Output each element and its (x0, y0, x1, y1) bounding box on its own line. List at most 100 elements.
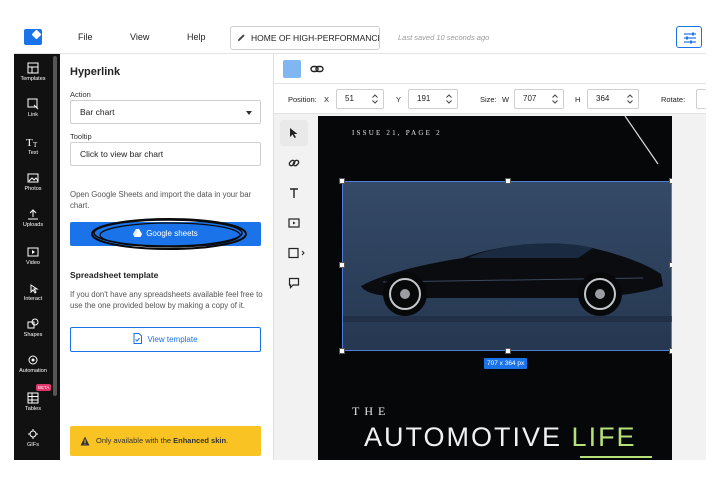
spreadsheet-template-description: If you don't have any spreadsheets avail… (70, 290, 263, 310)
cursor-arrow-icon (290, 128, 298, 138)
google-sheets-button[interactable]: Google sheets (70, 222, 261, 246)
resize-handle-bottom-left[interactable] (339, 348, 345, 354)
link-icon (288, 159, 300, 167)
menu-file[interactable]: File (78, 32, 93, 42)
resize-handle-top-right[interactable] (669, 178, 672, 184)
text-icon (290, 188, 298, 198)
x-position-input[interactable]: 51 (336, 89, 384, 109)
comment-tool[interactable] (280, 270, 308, 296)
rail-item-automation[interactable]: Automation (14, 354, 52, 374)
resize-handle-top[interactable] (505, 178, 511, 184)
resize-handle-bottom[interactable] (505, 348, 511, 354)
tooltip-input[interactable]: Click to view bar chart (70, 142, 261, 166)
automation-icon (28, 355, 38, 365)
resize-handle-bottom-right[interactable] (669, 348, 672, 354)
rail-item-uploads[interactable]: Uploads (14, 208, 52, 228)
spreadsheet-template-heading: Spreadsheet template (70, 270, 159, 280)
select-tool[interactable] (280, 120, 308, 146)
pencil-icon (237, 34, 245, 42)
height-input[interactable]: 364 (587, 89, 639, 109)
settings-button[interactable] (676, 26, 702, 48)
menu-help[interactable]: Help (187, 32, 206, 42)
uploads-icon (28, 209, 38, 220)
w-label: W (502, 95, 510, 104)
shape-tool[interactable] (280, 240, 308, 266)
rail-item-shapes[interactable]: Shapes (14, 318, 52, 338)
enhanced-skin-warning: Only available with the Enhanced skin. (70, 426, 261, 456)
stepper-icon[interactable] (552, 93, 558, 105)
warning-icon (80, 436, 90, 446)
text-tool[interactable] (280, 180, 308, 206)
action-select-value: Bar chart (80, 107, 115, 117)
enhanced-skin-link[interactable]: Enhanced skin (173, 436, 226, 445)
action-label: Action (70, 90, 91, 99)
life-word: LIFE (571, 422, 637, 452)
shapes-icon (27, 318, 39, 329)
element-tools (280, 118, 308, 298)
resize-handle-right[interactable] (669, 262, 672, 268)
link-chain-icon[interactable] (310, 64, 324, 74)
svg-text:T: T (33, 141, 38, 148)
menu-view[interactable]: View (130, 32, 149, 42)
video-play-icon (288, 218, 300, 228)
design-canvas[interactable]: ISSUE 21, PAGE 2 707 x 364 px THE AUTOMO… (318, 116, 672, 460)
rail-item-photos[interactable]: Photos (14, 172, 52, 192)
editor-area: Position: X 51 Y 191 Size: W 707 H 364 R… (274, 54, 706, 460)
chevron-down-icon (246, 111, 252, 115)
tooltip-label: Tooltip (70, 132, 92, 141)
top-bar: File View Help HOME OF HIGH-PERFORMANCE.… (14, 22, 706, 54)
position-toolbar: Position: X 51 Y 191 Size: W 707 H 364 R… (274, 84, 706, 114)
y-label: Y (396, 95, 402, 104)
stepper-icon[interactable] (446, 93, 452, 105)
position-label: Position: (288, 95, 317, 104)
rail-item-tables[interactable]: Tables (14, 392, 52, 412)
view-template-button[interactable]: View template (70, 327, 261, 352)
width-input[interactable]: 707 (514, 89, 564, 109)
action-select[interactable]: Bar chart (70, 100, 261, 124)
size-label: Size: (480, 95, 497, 104)
issue-text[interactable]: ISSUE 21, PAGE 2 (352, 129, 442, 137)
document-title-field[interactable]: HOME OF HIGH-PERFORMANCE... (230, 26, 380, 50)
view-template-label: View template (147, 335, 198, 344)
h-label: H (575, 95, 581, 104)
stepper-icon[interactable] (627, 93, 633, 105)
interact-icon (30, 284, 39, 294)
selected-car-image[interactable] (339, 178, 672, 354)
rail-item-text[interactable]: TT Text (14, 136, 52, 156)
resize-handle-top-left[interactable] (339, 178, 345, 184)
dimension-badge: 707 x 364 px (484, 358, 528, 369)
document-check-icon (133, 333, 143, 344)
google-sheets-button-label: Google sheets (146, 229, 198, 238)
rail-item-templates[interactable]: Templates (14, 62, 52, 82)
sliders-icon (684, 32, 696, 44)
y-position-input[interactable]: 191 (408, 89, 458, 109)
tooltip-input-value: Click to view bar chart (80, 149, 164, 159)
stepper-icon[interactable] (372, 93, 378, 105)
video-icon (27, 247, 39, 257)
automotive-life-heading[interactable]: AUTOMOTIVE LIFE (364, 422, 637, 453)
photos-icon (27, 173, 39, 183)
resize-handle-left[interactable] (339, 262, 345, 268)
rail-item-link[interactable]: Link (14, 98, 52, 118)
google-sheets-description: Open Google Sheets and import the data i… (70, 190, 252, 210)
link-icon (27, 98, 39, 110)
tables-icon (27, 392, 39, 404)
the-heading[interactable]: THE (352, 404, 390, 419)
gifs-icon (28, 429, 38, 439)
rotate-label: Rotate: (661, 95, 686, 104)
link-tool[interactable] (280, 150, 308, 176)
automotive-word: AUTOMOTIVE (364, 422, 563, 452)
rail-scrollbar[interactable] (53, 56, 57, 396)
google-drive-icon (133, 229, 143, 237)
style-toolbar (274, 54, 706, 84)
rail-item-interact[interactable]: Interact (14, 282, 52, 302)
rail-item-gifs[interactable]: GIFs (14, 428, 52, 448)
beta-badge: BETA (36, 384, 52, 391)
svg-text:T: T (26, 137, 33, 148)
rail-item-video[interactable]: Video (14, 246, 52, 266)
rotate-input[interactable] (696, 89, 706, 109)
app-logo-icon[interactable] (24, 29, 42, 45)
video-tool[interactable] (280, 210, 308, 236)
car-illustration (343, 243, 672, 322)
fill-color-swatch[interactable] (283, 60, 301, 78)
